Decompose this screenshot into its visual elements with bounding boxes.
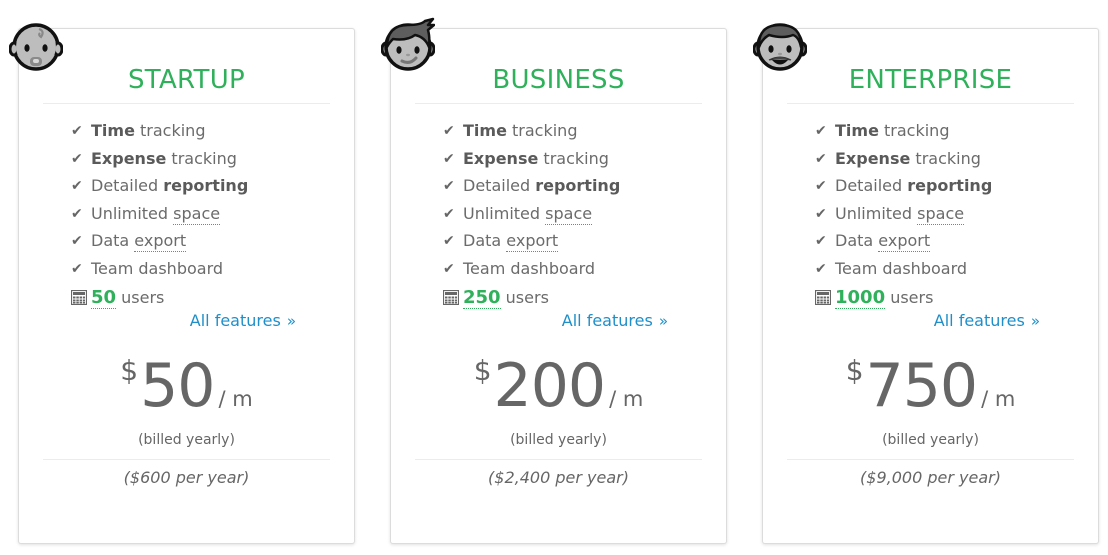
- feature-item: ✔ Unlimited space: [443, 200, 620, 228]
- check-icon: ✔: [815, 150, 827, 167]
- calculator-icon: [815, 289, 831, 305]
- check-icon: ✔: [443, 205, 455, 222]
- title-divider: [43, 103, 330, 104]
- calculator-icon: [71, 289, 87, 305]
- check-icon: ✔: [71, 178, 83, 195]
- feature-item: ✔ Detailed reporting: [815, 172, 992, 200]
- currency-symbol: $: [120, 354, 139, 387]
- feature-item: ✔ Unlimited space: [71, 200, 248, 228]
- price: $200/ m: [391, 351, 726, 421]
- check-icon: ✔: [71, 260, 83, 277]
- currency-symbol: $: [473, 354, 492, 387]
- price: $750/ m: [763, 351, 1098, 421]
- users-item: 50 users: [71, 284, 248, 312]
- price-amount: 200: [493, 351, 607, 421]
- check-icon: ✔: [815, 260, 827, 277]
- check-icon: ✔: [71, 150, 83, 167]
- feature-tooltip-term[interactable]: export: [134, 231, 187, 253]
- title-divider: [415, 103, 702, 104]
- calculator-icon: [443, 289, 459, 305]
- users-count[interactable]: 50: [91, 286, 117, 309]
- price-divider: [415, 459, 702, 460]
- feature-item: ✔ Expense tracking: [443, 145, 620, 173]
- check-icon: ✔: [815, 205, 827, 222]
- price-period: / m: [609, 387, 644, 411]
- check-icon: ✔: [443, 233, 455, 250]
- yearly-total: ($9,000 per year): [860, 468, 1001, 487]
- feature-item: ✔ Data export: [71, 227, 248, 255]
- double-chevron-right-icon: »: [658, 312, 668, 330]
- price-period: / m: [981, 387, 1016, 411]
- check-icon: ✔: [443, 178, 455, 195]
- currency-symbol: $: [845, 354, 864, 387]
- feature-item: ✔ Detailed reporting: [443, 172, 620, 200]
- feature-item: ✔ Detailed reporting: [71, 172, 248, 200]
- price: $50/ m: [19, 351, 354, 421]
- feature-item: ✔ Team dashboard: [71, 255, 248, 283]
- check-icon: ✔: [443, 260, 455, 277]
- feature-item: ✔ Time tracking: [443, 117, 620, 145]
- plan-title: BUSINESS: [492, 65, 625, 95]
- feature-list: ✔ Time tracking ✔ Expense tracking ✔ Detail…: [443, 117, 620, 311]
- feature-tooltip-term[interactable]: space: [545, 203, 593, 225]
- feature-item: ✔ Team dashboard: [443, 255, 620, 283]
- check-icon: ✔: [443, 150, 455, 167]
- check-icon: ✔: [815, 233, 827, 250]
- users-item: 250 users: [443, 284, 620, 312]
- feature-list: ✔ Time tracking ✔ Expense tracking ✔ Detail…: [815, 117, 992, 311]
- price-amount: 750: [865, 351, 979, 421]
- plan-card-enterprise: ENTERPRISE ✔ Time tracking ✔ Expense track…: [753, 23, 1099, 544]
- users-count[interactable]: 1000: [835, 286, 886, 309]
- price-amount: 50: [140, 351, 215, 421]
- plan-card-business: BUSINESS ✔ Time tracking ✔ Expense trackin…: [381, 17, 727, 544]
- feature-tooltip-term[interactable]: space: [917, 203, 965, 225]
- check-icon: ✔: [815, 123, 827, 139]
- feature-tooltip-term[interactable]: space: [173, 203, 221, 225]
- feature-item: ✔ Data export: [815, 227, 992, 255]
- check-icon: ✔: [815, 178, 827, 195]
- billing-note: (billed yearly): [138, 432, 235, 448]
- plan-title: ENTERPRISE: [848, 65, 1013, 95]
- yearly-total: ($600 per year): [123, 468, 250, 487]
- price-divider: [787, 459, 1074, 460]
- feature-item: ✔ Data export: [443, 227, 620, 255]
- feature-item: ✔ Time tracking: [71, 117, 248, 145]
- double-chevron-right-icon: »: [1030, 312, 1040, 330]
- feature-tooltip-term[interactable]: export: [878, 231, 931, 253]
- plan-card-startup: STARTUP ✔ Time tracking ✔ Expense tracking…: [9, 23, 355, 544]
- feature-list: ✔ Time tracking ✔ Expense tracking ✔ Detail…: [71, 117, 248, 311]
- feature-item: ✔ Team dashboard: [815, 255, 992, 283]
- check-icon: ✔: [71, 233, 83, 250]
- feature-item: ✔ Time tracking: [815, 117, 992, 145]
- price-divider: [43, 459, 330, 460]
- pricing-plans: STARTUP ✔ Time tracking ✔ Expense tracking…: [0, 0, 1108, 555]
- double-chevron-right-icon: »: [286, 312, 296, 330]
- feature-tooltip-term[interactable]: export: [506, 231, 559, 253]
- check-icon: ✔: [443, 123, 455, 139]
- users-item: 1000 users: [815, 284, 992, 312]
- feature-item: ✔ Unlimited space: [815, 200, 992, 228]
- feature-item: ✔ Expense tracking: [71, 145, 248, 173]
- billing-note: (billed yearly): [882, 432, 979, 448]
- plan-title: STARTUP: [127, 65, 246, 95]
- check-icon: ✔: [71, 123, 83, 139]
- price-period: / m: [218, 387, 253, 411]
- yearly-total: ($2,400 per year): [488, 468, 629, 487]
- all-features-link[interactable]: All features»: [562, 311, 668, 330]
- all-features-link[interactable]: All features»: [190, 311, 296, 330]
- title-divider: [787, 103, 1074, 104]
- billing-note: (billed yearly): [510, 432, 607, 448]
- all-features-link[interactable]: All features»: [934, 311, 1040, 330]
- users-count[interactable]: 250: [463, 286, 501, 309]
- feature-item: ✔ Expense tracking: [815, 145, 992, 173]
- check-icon: ✔: [71, 205, 83, 222]
